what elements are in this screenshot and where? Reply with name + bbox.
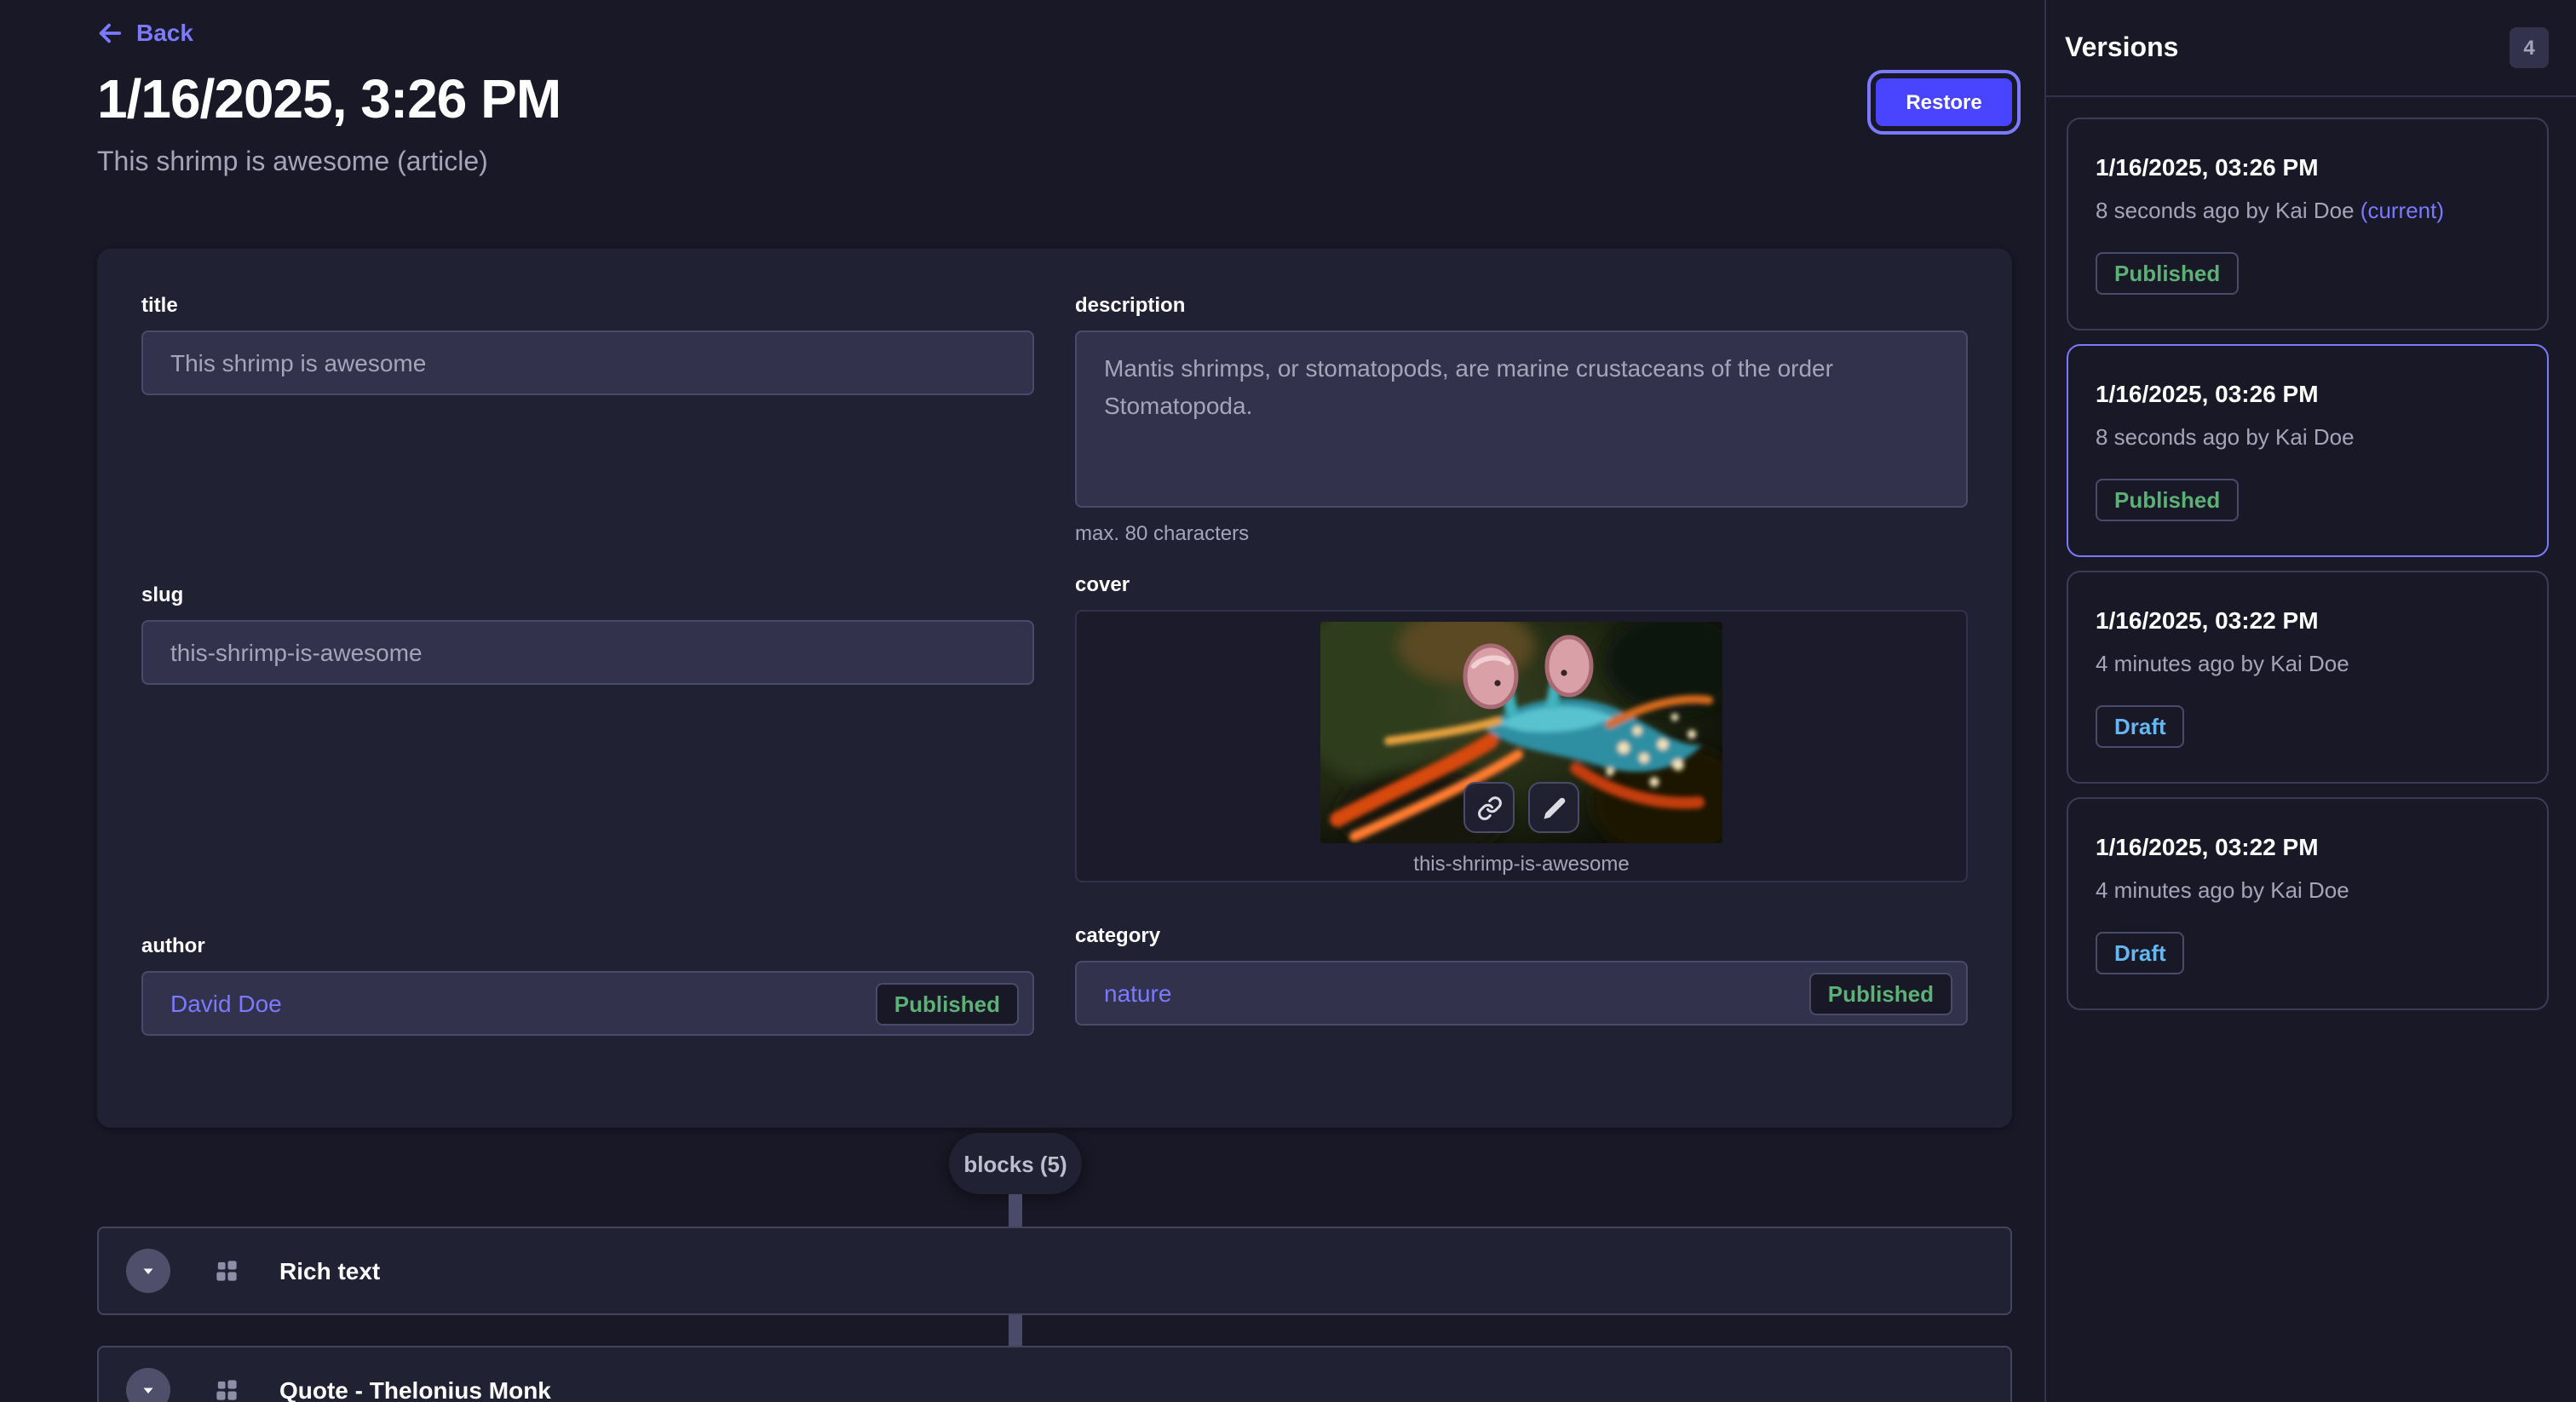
- collapse-toggle-button[interactable]: [126, 1249, 170, 1293]
- version-current-tag: (current): [2360, 198, 2444, 223]
- collapse-toggle-button[interactable]: [126, 1368, 170, 1402]
- versions-count-badge: 4: [2510, 27, 2549, 68]
- cover-caption: this-shrimp-is-awesome: [1413, 852, 1629, 876]
- cover-image-wrapper: [1320, 622, 1722, 843]
- author-label: author: [141, 934, 1034, 957]
- title-input[interactable]: This shrimp is awesome: [141, 330, 1034, 395]
- version-meta: 8 seconds ago by Kai Doe: [2096, 422, 2520, 451]
- version-date: 1/16/2025, 03:22 PM: [2096, 831, 2520, 864]
- cover-label: cover: [1075, 572, 1968, 596]
- blocks-pill[interactable]: blocks (5): [949, 1133, 1082, 1194]
- version-card[interactable]: 1/16/2025, 03:22 PM 4 minutes ago by Kai…: [2067, 797, 2549, 1010]
- right-column: description Mantis shrimps, or stomatopo…: [1075, 293, 1968, 1083]
- version-date: 1/16/2025, 03:26 PM: [2096, 152, 2520, 184]
- block-title: Quote - Thelonius Monk: [279, 1376, 551, 1402]
- version-meta: 4 minutes ago by Kai Doe: [2096, 876, 2520, 905]
- component-grid-icon: [213, 1376, 240, 1402]
- block-title: Rich text: [279, 1257, 380, 1284]
- edit-image-button[interactable]: [1528, 782, 1579, 833]
- copy-link-button[interactable]: [1463, 782, 1515, 833]
- blocks-connector: [1009, 1315, 1022, 1346]
- category-relation-box: nature Published: [1075, 961, 1968, 1026]
- version-meta: 4 minutes ago by Kai Doe: [2096, 649, 2520, 678]
- version-card[interactable]: 1/16/2025, 03:22 PM 4 minutes ago by Kai…: [2067, 571, 2549, 784]
- description-hint: max. 80 characters: [1075, 521, 1968, 545]
- author-status-badge: Published: [876, 982, 1019, 1025]
- slug-input[interactable]: this-shrimp-is-awesome: [141, 620, 1034, 685]
- version-history-page: Back 1/16/2025, 3:26 PM This shrimp is a…: [0, 0, 2576, 1402]
- versions-sidebar: Versions 4 1/16/2025, 03:26 PM 8 seconds…: [2044, 0, 2576, 1402]
- cover-actions: [1463, 782, 1579, 833]
- author-relation-link[interactable]: David Doe: [170, 990, 876, 1017]
- slug-label: slug: [141, 583, 1034, 606]
- component-grid-icon: [213, 1257, 240, 1284]
- category-label: category: [1075, 923, 1968, 947]
- blocks-connector: [1009, 1194, 1022, 1227]
- back-label: Back: [136, 19, 193, 46]
- category-status-badge: Published: [1809, 972, 1952, 1014]
- versions-header: Versions 4: [2046, 0, 2576, 97]
- category-field: category nature Published: [1075, 923, 1968, 1026]
- version-card[interactable]: 1/16/2025, 03:26 PM 8 seconds ago by Kai…: [2067, 344, 2549, 557]
- restore-button[interactable]: Restore: [1876, 78, 2012, 126]
- left-column: title This shrimp is awesome slug this-s…: [141, 293, 1034, 1083]
- version-status-badge: Published: [2096, 479, 2239, 521]
- version-status-badge: Published: [2096, 252, 2239, 295]
- link-icon: [1476, 795, 1502, 820]
- pencil-icon: [1541, 795, 1567, 820]
- description-label: description: [1075, 293, 1968, 317]
- version-status-badge: Draft: [2096, 705, 2185, 748]
- versions-title: Versions: [2065, 34, 2178, 65]
- slug-field: slug this-shrimp-is-awesome: [141, 583, 1034, 685]
- block-row: Quote - Thelonius Monk: [97, 1346, 2012, 1402]
- version-meta: 8 seconds ago by Kai Doe (current): [2096, 196, 2520, 225]
- version-status-badge: Draft: [2096, 932, 2185, 974]
- description-textarea[interactable]: Mantis shrimps, or stomatopods, are mari…: [1075, 330, 1968, 508]
- page-subtitle: This shrimp is awesome (article): [97, 148, 488, 179]
- author-field: author David Doe Published: [141, 934, 1034, 1036]
- author-relation-box: David Doe Published: [141, 971, 1034, 1036]
- title-field: title This shrimp is awesome: [141, 293, 1034, 395]
- version-card[interactable]: 1/16/2025, 03:26 PM 8 seconds ago by Kai…: [2067, 118, 2549, 330]
- description-field: description Mantis shrimps, or stomatopo…: [1075, 293, 1968, 545]
- version-date: 1/16/2025, 03:22 PM: [2096, 605, 2520, 637]
- back-link[interactable]: Back: [97, 19, 193, 46]
- title-label: title: [141, 293, 1034, 317]
- cover-carousel: this-shrimp-is-awesome: [1075, 610, 1968, 882]
- back-arrow-icon: [97, 20, 123, 45]
- chevron-down-icon: [138, 1261, 158, 1281]
- block-row: Rich text: [97, 1227, 2012, 1315]
- versions-list: 1/16/2025, 03:26 PM 8 seconds ago by Kai…: [2067, 118, 2549, 1010]
- page-title: 1/16/2025, 3:26 PM: [97, 68, 561, 131]
- document-fields-card: title This shrimp is awesome slug this-s…: [97, 249, 2012, 1128]
- category-relation-link[interactable]: nature: [1104, 980, 1809, 1007]
- version-date: 1/16/2025, 03:26 PM: [2096, 378, 2520, 411]
- cover-field: cover: [1075, 572, 1968, 882]
- chevron-down-icon: [138, 1380, 158, 1400]
